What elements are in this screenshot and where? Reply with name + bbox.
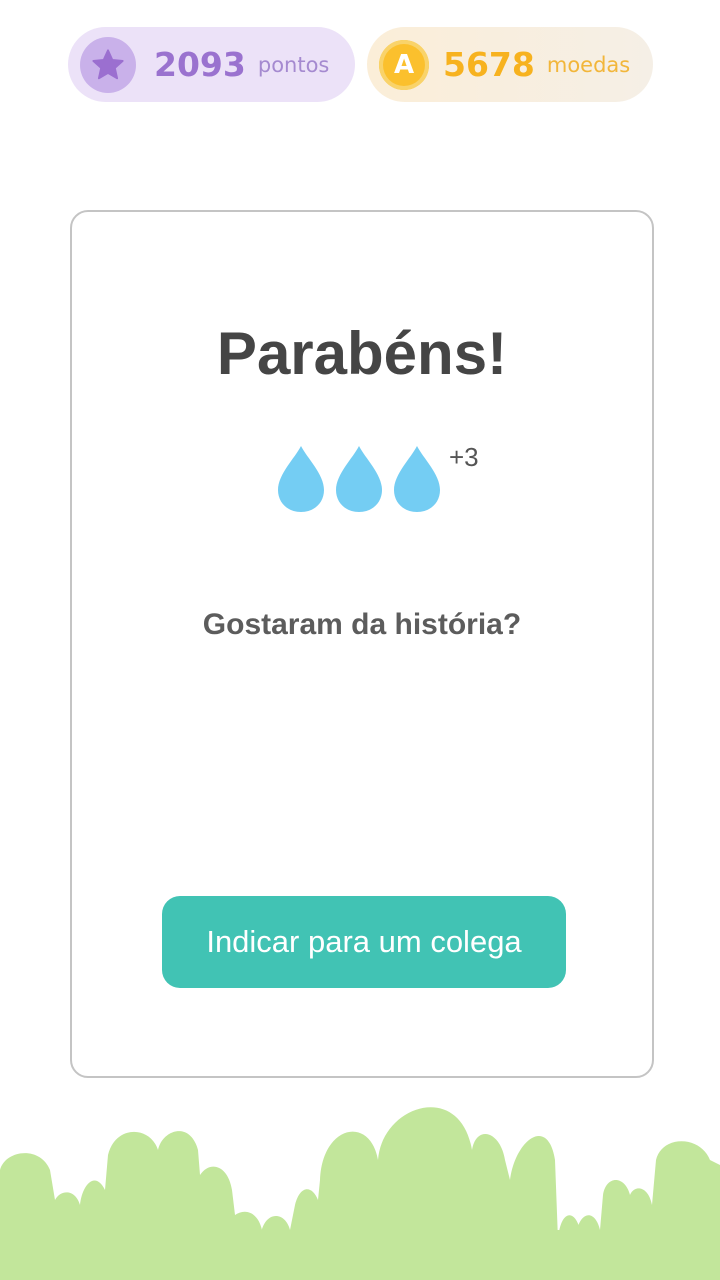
coins-unit-label: moedas bbox=[546, 52, 631, 77]
reward-screen: 2093 pontos A 5678 moedas Parabéns! +3 G… bbox=[0, 0, 720, 1280]
congratulations-card: Parabéns! +3 Gostaram da história? Indic… bbox=[70, 210, 654, 1078]
grass-decoration bbox=[0, 1107, 720, 1280]
story-question: Gostaram da história? bbox=[202, 608, 522, 641]
water-drop-icon bbox=[276, 444, 326, 514]
page-title: Parabéns! bbox=[216, 320, 508, 387]
star-icon bbox=[80, 36, 136, 93]
coins-counter: A 5678 moedas bbox=[367, 27, 653, 102]
drops-reward-count: +3 bbox=[449, 442, 479, 472]
recommend-to-classmate-button[interactable]: Indicar para um colega bbox=[162, 896, 566, 988]
reward-drops bbox=[276, 444, 442, 514]
coin-letter: A bbox=[393, 49, 415, 80]
points-counter: 2093 pontos bbox=[68, 27, 355, 102]
points-unit-label: pontos bbox=[257, 52, 330, 77]
coin-icon: A bbox=[379, 39, 429, 90]
water-drop-icon bbox=[334, 444, 384, 514]
points-value: 2093 bbox=[154, 45, 246, 84]
water-drop-icon bbox=[392, 444, 442, 514]
coins-value: 5678 bbox=[443, 45, 535, 84]
